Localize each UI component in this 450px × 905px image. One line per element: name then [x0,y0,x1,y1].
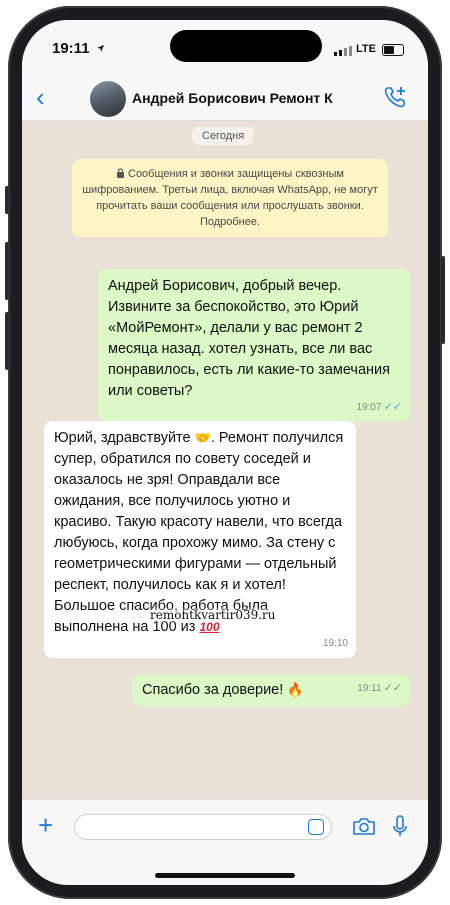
volume-down-button [5,312,9,370]
input-bar: + [22,799,428,885]
date-divider: Сегодня [192,127,255,145]
contact-name[interactable]: Андрей Борисович Ремонт К [132,90,333,106]
back-chevron-icon[interactable]: ‹ [36,82,45,113]
message-text: Спасибо за доверие! [142,682,284,698]
message-time: 19:07 [356,402,382,413]
message-time: 19:11 [357,683,382,694]
power-button [441,256,445,344]
message-text: Андрей Борисович, добрый вечер. Извините… [108,278,391,399]
message-incoming[interactable]: Юрий, здравствуйте 🤝. Ремонт получился с… [44,421,356,658]
dynamic-island [170,30,322,62]
network-type: LTE [356,43,376,55]
message-outgoing[interactable]: Спасибо за доверие! 🔥 19:11 ✓✓ [132,674,410,706]
sticker-icon[interactable] [308,819,324,835]
fire-emoji: 🔥 [287,683,304,698]
silent-switch [5,186,9,214]
message-meta: 19:07 ✓✓ [357,397,402,418]
delivered-ticks-icon: ✓✓ [383,682,402,694]
message-text-part1: Юрий, здравствуйте [54,430,191,446]
watermark: remontkvartir039.ru [150,608,276,622]
message-outgoing[interactable]: Андрей Борисович, добрый вечер. Извините… [98,269,410,422]
volume-up-button [5,242,9,300]
plus-icon[interactable]: + [38,810,53,841]
camera-icon[interactable] [352,816,376,836]
encryption-notice[interactable]: Сообщения и звонки защищены сквозным шиф… [72,159,388,237]
message-text-part2: . Ремонт получился супер, обратился по с… [54,430,344,635]
screen: 19:11 LTE ‹ Андрей Борисович Ремонт К Се… [22,20,428,885]
handshake-emoji: 🤝 [194,431,211,446]
contact-avatar[interactable] [90,81,126,117]
message-input[interactable] [74,814,332,840]
message-meta: 19:10 [323,633,348,654]
message-meta: 19:11 ✓✓ [357,678,402,699]
encryption-notice-text: Сообщения и звонки защищены сквозным шиф… [82,168,378,228]
message-time: 19:10 [322,638,348,649]
add-call-icon[interactable] [382,84,408,110]
chat-area: Сегодня Сообщения и звонки защищены скво… [22,121,428,799]
lock-icon [117,168,124,178]
read-ticks-icon: ✓✓ [383,401,402,413]
signal-icon [334,46,352,56]
chat-header: ‹ Андрей Борисович Ремонт К [22,78,428,121]
microphone-icon[interactable] [392,815,408,839]
status-time: 19:11 [52,40,90,57]
home-indicator [155,873,295,878]
hundred-emoji: 100 [199,620,220,634]
battery-icon [382,44,404,56]
location-arrow-icon [96,44,105,53]
